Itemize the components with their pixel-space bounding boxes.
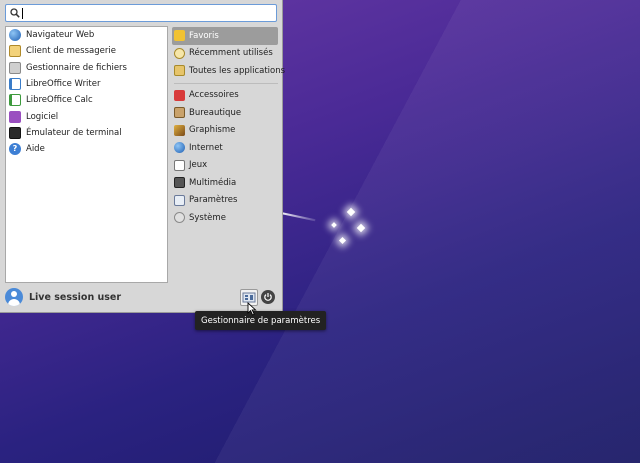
app-item-mail-client[interactable]: Client de messagerie <box>6 43 167 59</box>
recent-icon <box>174 47 185 59</box>
category-label: Multimédia <box>189 177 237 188</box>
category-graphics[interactable]: Graphisme <box>172 122 278 140</box>
app-label: LibreOffice Calc <box>26 95 93 106</box>
whisker-menu: Navigateur Web Client de messagerie Gest… <box>0 0 285 313</box>
search-input[interactable] <box>26 6 276 20</box>
office-icon <box>174 107 185 119</box>
app-item-help[interactable]: ? Aide <box>6 141 167 157</box>
mail-client-icon <box>9 45 21 58</box>
text-cursor <box>22 7 23 19</box>
user-avatar-icon <box>5 288 23 306</box>
category-list: Favoris Récemment utilisés Toutes les ap… <box>172 27 285 227</box>
category-system[interactable]: Système <box>172 209 278 227</box>
category-favorites[interactable]: Favoris <box>172 27 278 45</box>
wallpaper-streak <box>280 212 316 222</box>
app-label: Navigateur Web <box>26 30 95 41</box>
multimedia-icon <box>174 177 185 189</box>
category-label: Système <box>189 212 226 223</box>
app-label: Gestionnaire de fichiers <box>26 62 127 73</box>
favorites-list: Navigateur Web Client de messagerie Gest… <box>5 26 168 283</box>
terminal-icon <box>9 126 21 139</box>
accessories-icon <box>174 89 185 101</box>
app-label: Aide <box>26 144 45 155</box>
user-name: Live session user <box>29 291 122 303</box>
system-icon <box>174 212 185 224</box>
app-item-writer[interactable]: LibreOffice Writer <box>6 76 167 92</box>
app-item-software[interactable]: Logiciel <box>6 108 167 124</box>
category-label: Paramètres <box>189 195 238 206</box>
internet-icon <box>174 142 185 154</box>
wallpaper-sparkle <box>346 207 356 217</box>
tooltip-text: Gestionnaire de paramètres <box>201 315 321 326</box>
search-icon <box>10 8 20 18</box>
category-settings[interactable]: Paramètres <box>172 192 278 210</box>
wallpaper-sparkle <box>331 222 337 228</box>
star-icon <box>174 30 185 42</box>
app-label: Client de messagerie <box>26 46 116 57</box>
category-label: Récemment utilisés <box>189 48 273 59</box>
writer-icon <box>9 78 21 91</box>
category-office[interactable]: Bureautique <box>172 104 278 122</box>
calc-icon <box>9 94 21 107</box>
search-box[interactable] <box>5 4 277 22</box>
games-icon <box>174 159 185 171</box>
category-accessories[interactable]: Accessoires <box>172 87 278 105</box>
category-multimedia[interactable]: Multimédia <box>172 174 278 192</box>
category-internet[interactable]: Internet <box>172 139 278 157</box>
power-button[interactable] <box>261 290 275 304</box>
graphics-icon <box>174 124 185 136</box>
web-browser-icon <box>9 29 21 42</box>
all-apps-icon <box>174 65 185 77</box>
category-label: Toutes les applications <box>189 65 286 76</box>
category-label: Jeux <box>189 160 208 171</box>
app-label: Logiciel <box>26 111 59 122</box>
app-label: LibreOffice Writer <box>26 79 101 90</box>
app-item-calc[interactable]: LibreOffice Calc <box>6 92 167 108</box>
category-separator <box>174 82 278 84</box>
category-all-apps[interactable]: Toutes les applications <box>172 62 285 80</box>
category-label: Favoris <box>189 30 219 41</box>
category-games[interactable]: Jeux <box>172 157 278 175</box>
wallpaper-sparkle <box>356 223 366 233</box>
category-label: Internet <box>189 142 223 153</box>
settings-icon <box>174 194 185 206</box>
category-label: Accessoires <box>189 90 239 101</box>
app-label: Émulateur de terminal <box>26 127 122 138</box>
app-item-file-manager[interactable]: Gestionnaire de fichiers <box>6 60 167 76</box>
category-label: Graphisme <box>189 125 236 136</box>
category-label: Bureautique <box>189 107 242 118</box>
wallpaper-sparkle <box>338 236 347 245</box>
power-icon <box>264 293 272 301</box>
user-area: Live session user <box>5 288 121 306</box>
app-item-terminal[interactable]: Émulateur de terminal <box>6 125 167 141</box>
help-icon: ? <box>9 143 21 156</box>
app-item-web-browser[interactable]: Navigateur Web <box>6 27 167 43</box>
file-manager-icon <box>9 61 21 74</box>
mouse-pointer-icon <box>247 302 257 316</box>
tooltip: Gestionnaire de paramètres <box>195 311 327 330</box>
category-recent[interactable]: Récemment utilisés <box>172 45 278 63</box>
software-icon <box>9 110 21 123</box>
